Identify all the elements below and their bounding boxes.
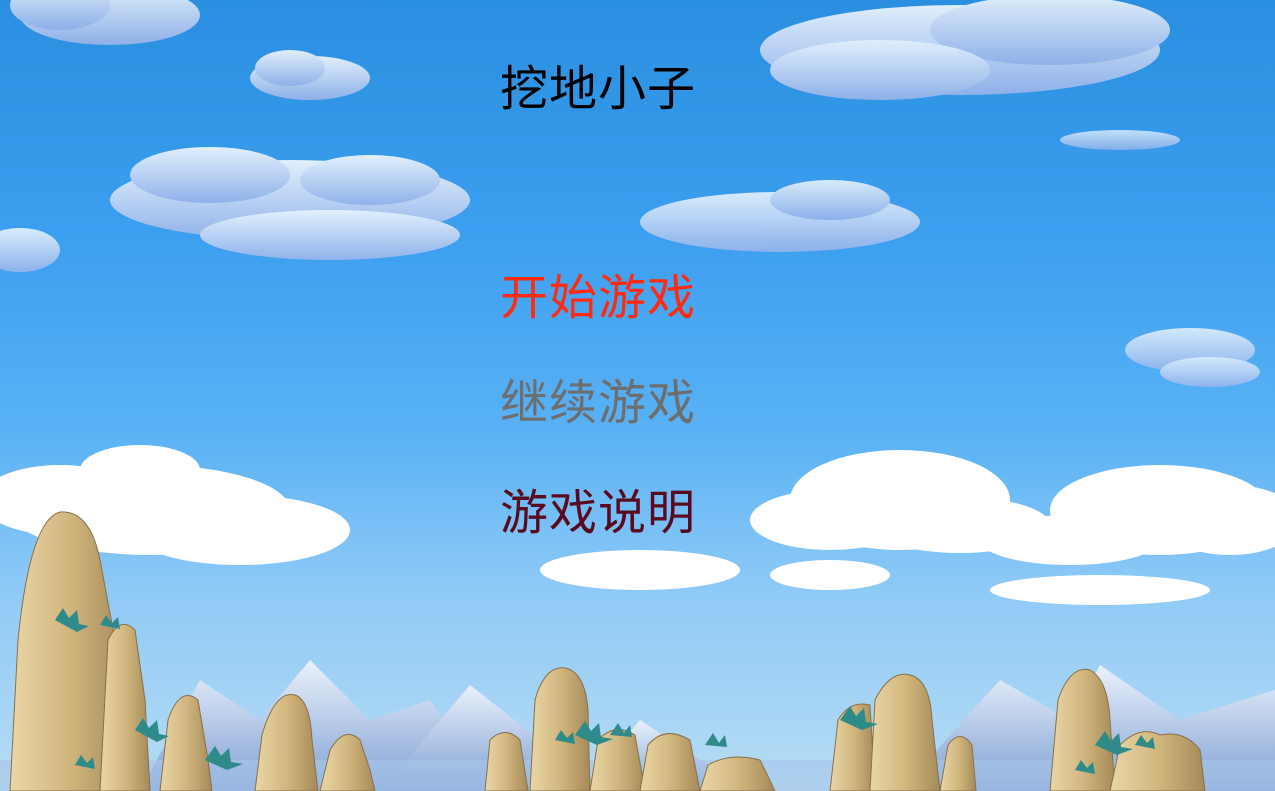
cloud-icon: [1125, 328, 1260, 387]
cloud-icon: [980, 465, 1275, 605]
continue-game-button[interactable]: 继续游戏: [500, 375, 740, 431]
cloud-icon: [0, 228, 60, 272]
cloud-icon: [760, 0, 1170, 100]
cloud-icon: [250, 50, 370, 100]
game-title: 挖地小子: [500, 61, 697, 117]
cloud-icon: [10, 0, 200, 45]
cloud-icon: [110, 147, 470, 260]
cloud-icon: [640, 180, 920, 252]
cloud-icon: [1060, 130, 1180, 150]
start-game-button[interactable]: 开始游戏: [500, 270, 740, 326]
game-instructions-button[interactable]: 游戏说明: [500, 485, 740, 541]
game-start-screen: 挖地小子 开始游戏 继续游戏 游戏说明: [0, 0, 1275, 791]
